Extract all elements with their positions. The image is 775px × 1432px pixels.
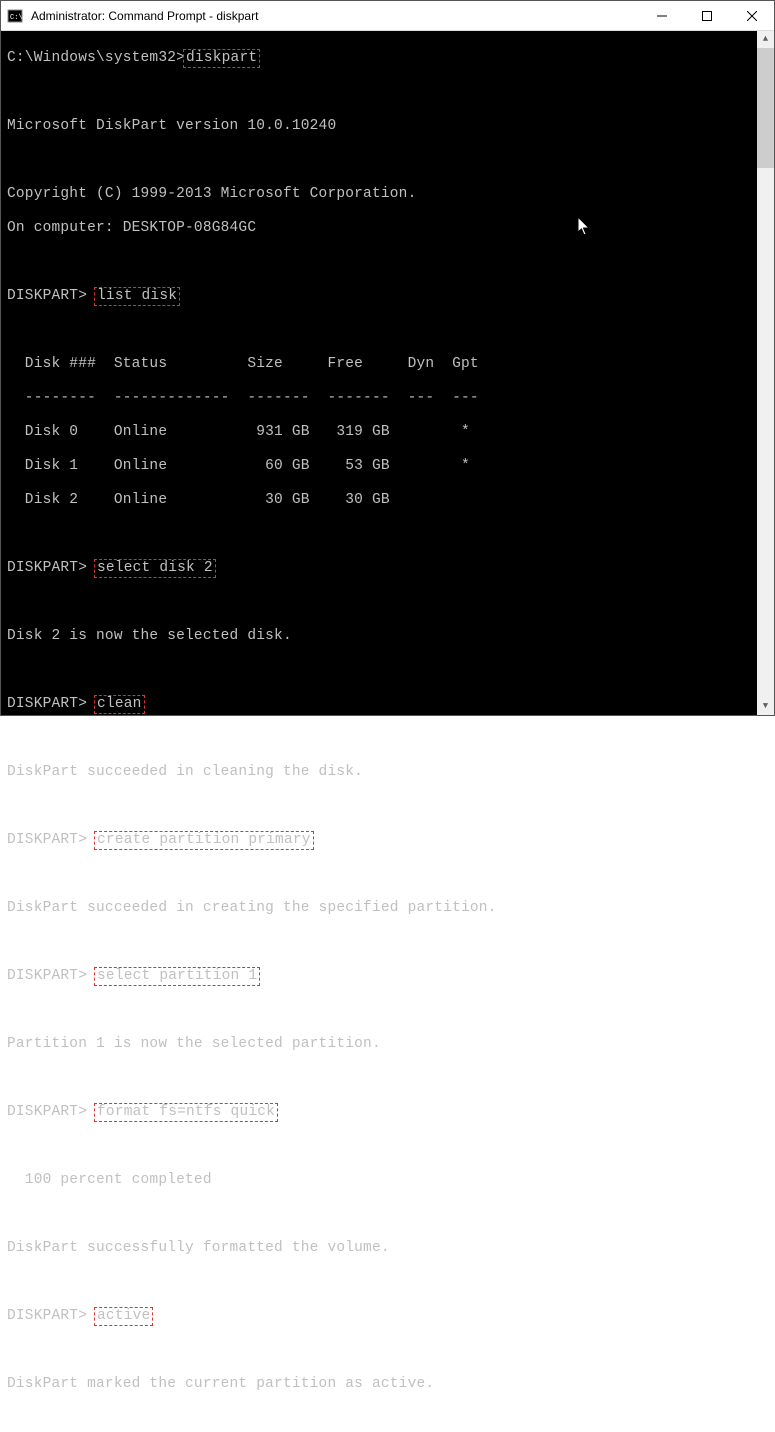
minimize-button[interactable] [639, 1, 684, 30]
msg-active-ok: DiskPart marked the current partition as… [7, 1376, 774, 1393]
cmd-diskpart: diskpart [183, 49, 260, 68]
computer-line: On computer: DESKTOP-08G84GC [7, 220, 774, 237]
msg-create-ok: DiskPart succeeded in creating the speci… [7, 900, 774, 917]
prompt-dp: DISKPART> [7, 832, 96, 848]
scroll-up-icon[interactable]: ▲ [757, 31, 774, 48]
scrollbar-thumb[interactable] [757, 48, 774, 168]
disk-table-header: Disk ### Status Size Free Dyn Gpt [7, 356, 774, 373]
window-controls [639, 1, 774, 30]
copyright-line: Copyright (C) 1999-2013 Microsoft Corpor… [7, 186, 774, 203]
msg-format-pct: 100 percent completed [7, 1172, 774, 1189]
cmd-select-partition: select partition 1 [94, 967, 260, 986]
version-line: Microsoft DiskPart version 10.0.10240 [7, 118, 774, 135]
svg-text:C:\: C:\ [10, 14, 23, 22]
cmd-clean: clean [94, 695, 145, 714]
cmd-active: active [94, 1307, 153, 1326]
cmd-list-disk: list disk [94, 287, 180, 306]
cmd-create-partition: create partition primary [94, 831, 314, 850]
scroll-down-icon[interactable]: ▼ [757, 698, 774, 715]
msg-part-selected: Partition 1 is now the selected partitio… [7, 1036, 774, 1053]
terminal-output[interactable]: C:\Windows\system32>diskpart Microsoft D… [1, 31, 774, 715]
prompt-dp: DISKPART> [7, 968, 96, 984]
vertical-scrollbar[interactable]: ▲ ▼ [757, 31, 774, 715]
msg-format-ok: DiskPart successfully formatted the volu… [7, 1240, 774, 1257]
disk-row: Disk 1 Online 60 GB 53 GB * [7, 458, 774, 475]
msg-clean-ok: DiskPart succeeded in cleaning the disk. [7, 764, 774, 781]
msg-disk-selected: Disk 2 is now the selected disk. [7, 628, 774, 645]
cmd-format: format fs=ntfs quick [94, 1103, 278, 1122]
prompt-dp: DISKPART> [7, 1104, 96, 1120]
prompt-win: C:\Windows\system32> [7, 50, 185, 66]
titlebar: C:\ Administrator: Command Prompt - disk… [1, 1, 774, 31]
window-title: Administrator: Command Prompt - diskpart [29, 9, 639, 23]
maximize-button[interactable] [684, 1, 729, 30]
disk-row: Disk 2 Online 30 GB 30 GB [7, 492, 774, 509]
prompt-dp: DISKPART> [7, 560, 96, 576]
close-button[interactable] [729, 1, 774, 30]
prompt-dp: DISKPART> [7, 696, 96, 712]
prompt-dp: DISKPART> [7, 1308, 96, 1324]
disk-table-sep: -------- ------------- ------- ------- -… [7, 390, 774, 407]
cmd-icon: C:\ [7, 8, 23, 24]
disk-row: Disk 0 Online 931 GB 319 GB * [7, 424, 774, 441]
cmd-select-disk: select disk 2 [94, 559, 216, 578]
prompt-dp: DISKPART> [7, 288, 96, 304]
